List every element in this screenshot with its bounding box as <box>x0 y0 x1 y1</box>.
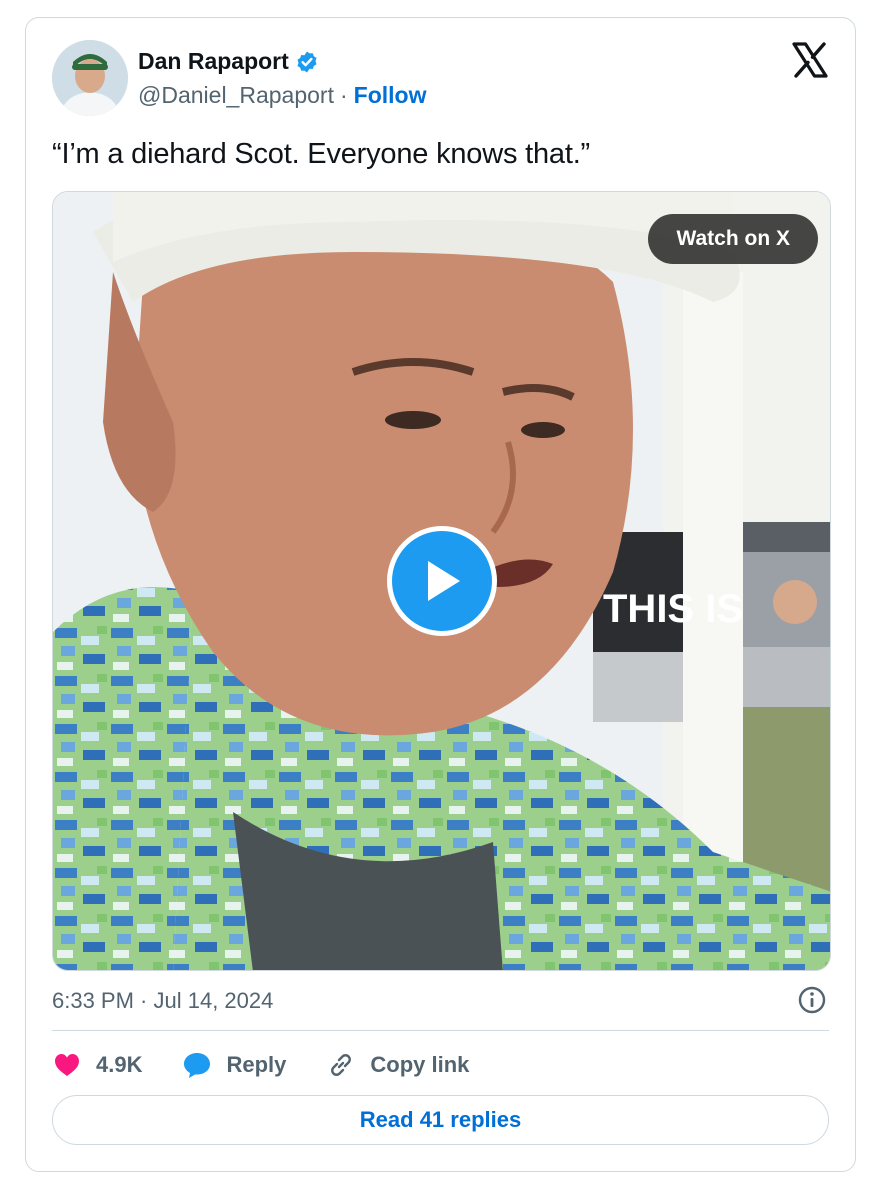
verified-badge-icon <box>297 51 317 72</box>
separator-dot: · <box>339 82 348 108</box>
video-player[interactable]: THIS IS Watch on X <box>52 191 831 971</box>
tweet-timestamp[interactable]: 6:33 PM · Jul 14, 2024 <box>52 988 273 1014</box>
author-handle[interactable]: @Daniel_Rapaport <box>138 82 334 109</box>
reply-label: Reply <box>226 1052 287 1077</box>
sign-text: THIS IS <box>603 587 743 631</box>
author-name-row: Dan Rapaport <box>138 48 319 75</box>
heart-icon <box>55 1054 79 1076</box>
avatar[interactable] <box>52 40 128 116</box>
author-handle-row: @Daniel_Rapaport · Follow <box>138 82 426 109</box>
tweet-text: “I’m a diehard Scot. Everyone knows that… <box>52 138 591 170</box>
play-icon <box>428 561 460 601</box>
x-logo-icon[interactable] <box>791 42 829 78</box>
action-bar: 4.9K Reply Copy link <box>52 1048 509 1082</box>
play-button[interactable] <box>387 526 497 636</box>
copy-link-button[interactable]: Copy link <box>326 1050 469 1080</box>
reply-button[interactable]: Reply <box>182 1050 286 1080</box>
watch-on-x-button[interactable]: Watch on X <box>648 214 818 264</box>
tweet-embed-card: Dan Rapaport @Daniel_Rapaport · Follow “… <box>25 17 856 1172</box>
info-icon[interactable] <box>797 985 827 1015</box>
copy-link-label: Copy link <box>370 1052 470 1077</box>
like-count: 4.9K <box>96 1052 143 1077</box>
divider <box>52 1030 829 1031</box>
link-icon <box>331 1054 352 1076</box>
author-name[interactable]: Dan Rapaport <box>138 48 289 75</box>
read-replies-button[interactable]: Read 41 replies <box>52 1095 829 1145</box>
follow-button[interactable]: Follow <box>354 82 427 109</box>
like-button[interactable]: 4.9K <box>52 1050 142 1080</box>
reply-bubble-icon <box>184 1053 211 1078</box>
